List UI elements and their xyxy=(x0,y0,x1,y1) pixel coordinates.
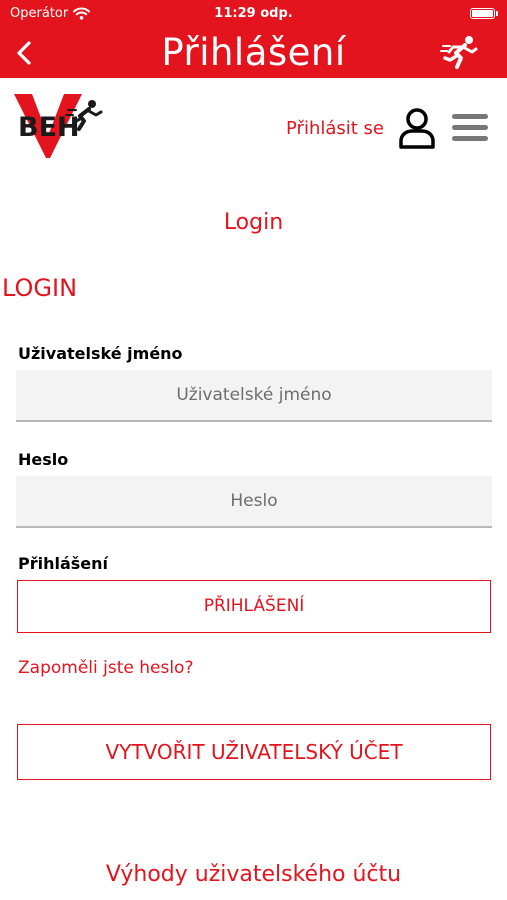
user-icon[interactable] xyxy=(398,106,436,150)
username-input[interactable] xyxy=(16,370,492,422)
runner-button[interactable] xyxy=(439,33,481,73)
beh-logo[interactable]: BEH xyxy=(12,92,104,160)
password-label: Heslo xyxy=(18,450,69,469)
status-time: 11:29 odp. xyxy=(214,6,293,21)
signin-link[interactable]: Přihlásit se xyxy=(286,118,384,139)
runner-icon xyxy=(440,36,478,69)
password-input[interactable] xyxy=(16,476,492,528)
username-label: Uživatelské jméno xyxy=(18,344,183,363)
nav-bar: Přihlášení xyxy=(0,28,507,78)
create-account-button[interactable]: VYTVOŘIT UŽIVATELSKÝ ÚČET xyxy=(17,724,491,780)
page-title: Login xyxy=(223,210,284,235)
login-button[interactable]: PŘIHLÁŠENÍ xyxy=(17,580,491,633)
hamburger-menu-icon[interactable] xyxy=(450,111,490,145)
account-benefits-link[interactable]: Výhody uživatelského účtu xyxy=(0,862,507,887)
battery-icon xyxy=(470,8,498,19)
top-bar: Operátor 11:29 odp. Přihlášení xyxy=(0,0,507,78)
logo-text: BEH xyxy=(18,112,80,143)
submit-section-label: Přihlášení xyxy=(18,554,109,573)
status-bar: Operátor 11:29 odp. xyxy=(0,0,507,28)
section-heading: LOGIN xyxy=(2,274,78,302)
forgot-password-link[interactable]: Zapoměli jste heslo? xyxy=(18,658,193,678)
nav-title: Přihlášení xyxy=(161,31,346,74)
